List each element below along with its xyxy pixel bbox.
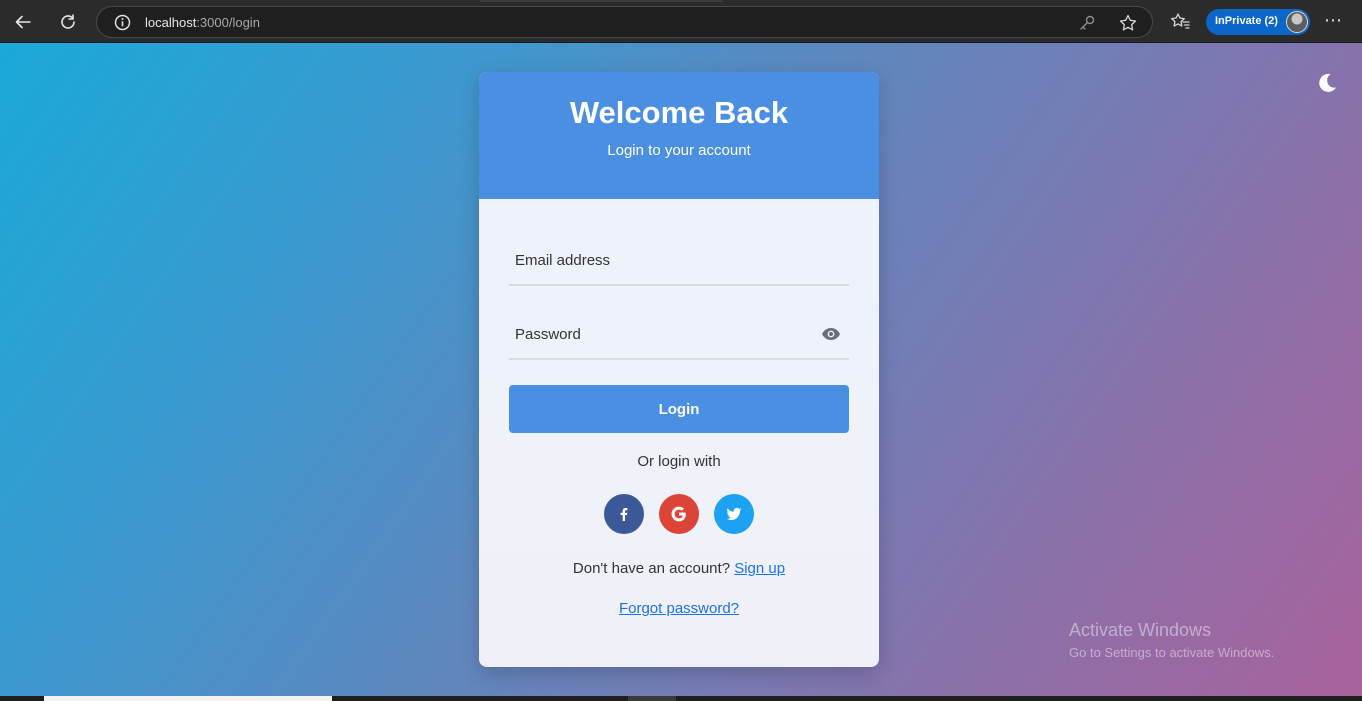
address-bar[interactable]: localhost:3000/login xyxy=(96,6,1153,38)
page-subtitle: Login to your account xyxy=(607,142,751,159)
no-account-text: Don't have an account? xyxy=(572,560,731,577)
taskbar-window-preview xyxy=(44,696,332,701)
url-host: localhost xyxy=(145,15,197,30)
browser-toolbar: localhost:3000/login InPrivate (2) ⋯ xyxy=(0,0,1362,43)
inprivate-badge[interactable]: InPrivate (2) xyxy=(1206,9,1310,35)
signup-prompt: Don't have an account? Sign up xyxy=(479,560,879,577)
key-icon[interactable] xyxy=(1078,14,1096,32)
facebook-login-button[interactable] xyxy=(604,494,644,534)
watermark-title: Activate Windows xyxy=(1069,620,1212,640)
ellipsis-icon: ⋯ xyxy=(1324,10,1342,30)
signup-link[interactable]: Sign up xyxy=(734,560,785,577)
page-title: Welcome Back xyxy=(569,95,789,130)
email-field-wrapper xyxy=(509,236,849,286)
info-icon[interactable] xyxy=(114,14,131,31)
watermark-subtitle: Go to Settings to activate Windows. xyxy=(1069,645,1275,660)
arrow-left-icon xyxy=(15,15,31,29)
card-header: Welcome Back Login to your account xyxy=(479,72,879,199)
reload-button[interactable] xyxy=(55,9,81,35)
profile-avatar xyxy=(1286,11,1308,33)
login-page: Welcome Back Login to your account Login… xyxy=(0,43,1362,696)
password-field[interactable] xyxy=(509,310,849,358)
or-login-with-text: Or login with xyxy=(637,453,721,470)
google-login-button[interactable] xyxy=(659,494,699,534)
url-text[interactable]: localhost:3000/login xyxy=(145,15,260,30)
forgot-password-row: Forgot password? xyxy=(479,600,879,617)
reload-icon xyxy=(61,14,75,29)
more-options-button[interactable]: ⋯ xyxy=(1321,11,1345,33)
login-button[interactable]: Login xyxy=(509,385,849,433)
back-button[interactable] xyxy=(10,9,36,35)
eye-icon[interactable] xyxy=(821,326,841,342)
inprivate-label: InPrivate (2) xyxy=(1215,15,1278,27)
google-icon xyxy=(671,506,686,522)
star-icon[interactable] xyxy=(1118,13,1138,33)
url-path: :3000/login xyxy=(196,15,260,30)
taskbar-fragment xyxy=(0,696,1362,701)
tab-strip-fragment xyxy=(480,0,722,2)
facebook-icon xyxy=(620,508,628,521)
twitter-login-button[interactable] xyxy=(714,494,754,534)
password-field-wrapper xyxy=(509,310,849,360)
social-login-group xyxy=(604,494,754,534)
moon-icon[interactable] xyxy=(1315,71,1339,95)
activate-windows-watermark: Activate Windows Go to Settings to activ… xyxy=(1069,619,1274,663)
favorites-icon[interactable] xyxy=(1169,11,1191,33)
taskbar-item xyxy=(628,696,676,701)
forgot-password-link[interactable]: Forgot password? xyxy=(619,600,739,617)
email-field[interactable] xyxy=(509,236,849,284)
login-card: Welcome Back Login to your account Login… xyxy=(479,72,879,667)
twitter-icon xyxy=(726,507,742,521)
